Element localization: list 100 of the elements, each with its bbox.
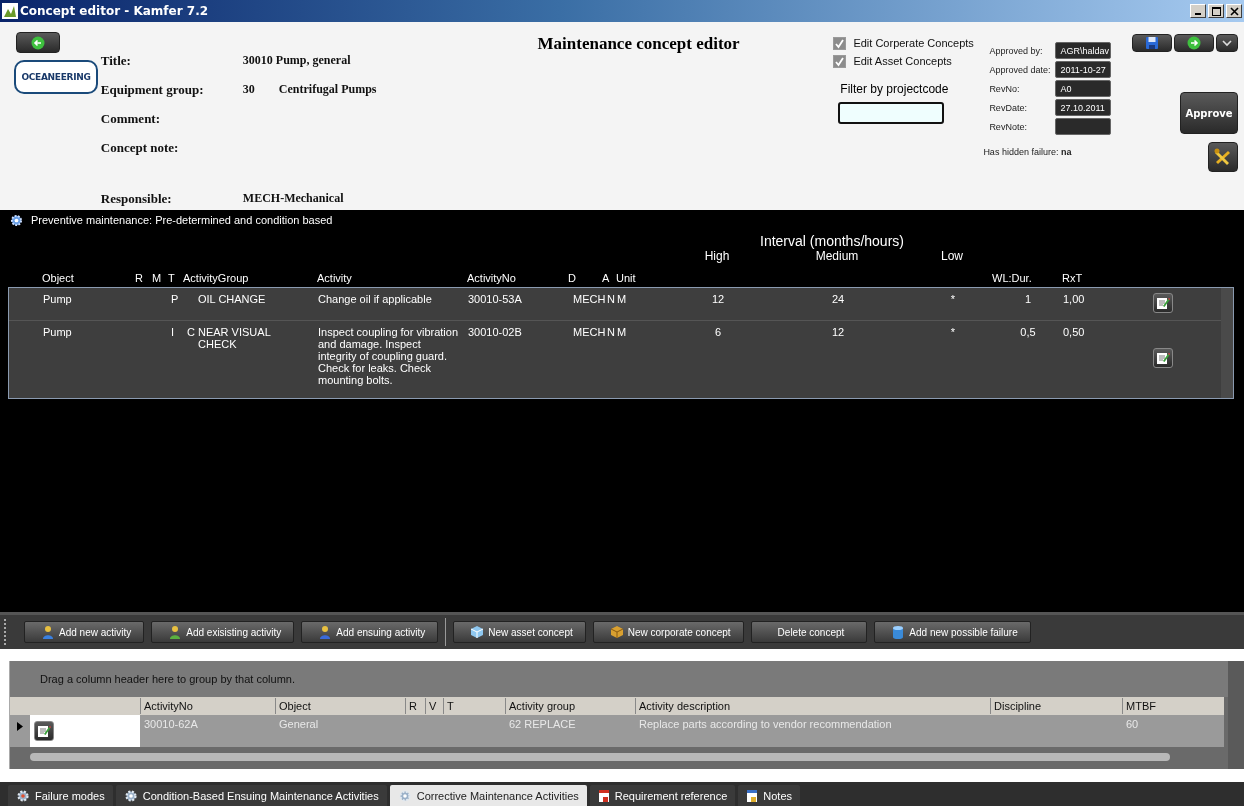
toolbar-button[interactable]: New asset concept [453, 621, 586, 643]
field-label: Responsible: [100, 191, 173, 207]
column-header[interactable]: Activity description [635, 698, 990, 714]
column-header: M [152, 272, 162, 284]
table-cell-text: 1 [1023, 293, 1033, 307]
column-header: Object [42, 272, 74, 284]
toolbar-button[interactable]: Add new activity [24, 621, 145, 643]
table-cell-text: OIL CHANGE [198, 293, 267, 307]
table-cell-text: I [171, 326, 176, 340]
field-label: Title: [100, 53, 132, 69]
checkbox[interactable] [833, 36, 847, 50]
table-cell: General [279, 718, 319, 730]
approval-field[interactable]: AGR\haldav [1055, 42, 1112, 59]
checkbox[interactable] [833, 54, 847, 68]
hidden-failure-text: Has hidden failure: na [983, 147, 1073, 157]
tab[interactable]: Corrective Maintenance Activities [389, 785, 587, 806]
leaf-icon [2, 3, 18, 19]
maximize-icon [1211, 6, 1221, 16]
column-header: A [602, 272, 610, 284]
column-header[interactable]: Activity group [505, 698, 635, 714]
table-cell-text: * [949, 326, 957, 340]
logo: OCEANEERING [14, 60, 98, 94]
approval-field[interactable]: A0 [1055, 80, 1112, 97]
forward-button[interactable] [1174, 34, 1214, 52]
column-header[interactable]: MTBF [1122, 698, 1212, 714]
approval-label: RevNo: [989, 83, 1021, 94]
gear-icon [10, 213, 23, 227]
table-cell-text: 6 [713, 326, 723, 340]
edit-button[interactable] [1153, 348, 1173, 368]
approval-field[interactable]: 27.10.2011 [1055, 99, 1112, 116]
tools-button[interactable] [1208, 142, 1238, 172]
table-cell-text: 30010-02B [468, 326, 523, 340]
approval-field[interactable] [1055, 118, 1112, 135]
table-cell-text: C [187, 326, 196, 340]
forward-arrow-icon [1187, 36, 1201, 50]
approve-button[interactable]: Approve [1180, 92, 1238, 134]
table-cell-text: 12 [830, 326, 846, 340]
column-header[interactable]: ActivityNo [140, 698, 275, 714]
approval-field[interactable]: 2011-10-27 [1055, 61, 1112, 78]
field-value: MECH-Mechanical [242, 191, 344, 207]
column-header: High [703, 249, 731, 265]
gear-icon [16, 788, 30, 803]
toolbar-button[interactable]: Delete concept [750, 621, 868, 643]
edit-icon [1156, 351, 1170, 365]
tab[interactable]: Condition-Based Ensuing Maintenance Activities [115, 785, 387, 806]
tab[interactable]: Notes [738, 785, 800, 806]
table-cell-text: 0,5 [1019, 326, 1037, 340]
scrollbar[interactable] [1228, 661, 1244, 769]
column-header[interactable]: Discipline [990, 698, 1122, 714]
table-cell-text: Pump [43, 293, 73, 307]
field-label: Equipment group: [100, 82, 205, 98]
edit-icon [1156, 296, 1170, 310]
minimize-button[interactable] [1190, 4, 1206, 18]
edit-button[interactable] [1153, 293, 1173, 313]
column-header[interactable]: Object [275, 698, 405, 714]
field-value: Centrifugal Pumps [278, 82, 377, 98]
table-cell-text: Inspect coupling for vibration and damage. Inspect integrity of coupling guard. Check for leaks. Check mounting bolts. [318, 326, 460, 386]
person-icon [41, 625, 55, 639]
table-cell-text: N [607, 293, 616, 307]
scrollbar[interactable] [1221, 288, 1233, 398]
column-header: ActivityNo [467, 272, 516, 284]
close-button[interactable] [1226, 4, 1242, 18]
table-cell: 60 [1126, 718, 1139, 730]
table-cell-text: 24 [830, 293, 846, 307]
document-icon [746, 788, 759, 803]
window-title: Concept editor - Kamfer 7.2 [20, 4, 209, 18]
back-button[interactable] [16, 32, 60, 53]
row-indicator-icon [17, 722, 23, 731]
section-title: Preventive maintenance: Pre-determined and condition based [31, 214, 333, 226]
toolbar-button[interactable]: New corporate concept [592, 621, 744, 643]
column-header: D [568, 272, 576, 284]
tab[interactable]: Failure modes [8, 785, 113, 806]
filter-label: Filter by projectcode [839, 82, 950, 96]
column-header[interactable]: T [443, 698, 505, 714]
field-label: Comment: [100, 111, 162, 127]
column-header: R [135, 272, 143, 284]
table-cell-text: Pump [43, 326, 73, 340]
column-header: Medium [814, 249, 860, 265]
column-header: ActivityGroup [183, 272, 249, 284]
checkbox-label: Edit Corperate Concepts [853, 37, 974, 49]
filter-field[interactable] [838, 102, 945, 124]
field-value: 30 [242, 82, 255, 98]
table-cell-text: N [607, 326, 616, 340]
toolbar-button[interactable]: Add new possible failure [874, 621, 1031, 643]
column-header: Activity [317, 272, 352, 284]
toolbar-button[interactable]: Add exisisting activity [151, 621, 295, 643]
table-cell-text: 12 [710, 293, 726, 307]
tab[interactable]: Requirement reference [589, 785, 736, 806]
column-header[interactable]: R [405, 698, 425, 714]
maximize-button[interactable] [1208, 4, 1224, 18]
save-button[interactable] [1132, 34, 1172, 52]
edit-button[interactable] [34, 721, 54, 741]
cube-icon [470, 625, 485, 639]
table-cell-text: 1,00 [1063, 293, 1086, 307]
column-header: Unit [616, 272, 636, 284]
column-header[interactable]: V [425, 698, 443, 714]
table-cell-text: NEAR VISUAL CHECK [198, 326, 272, 352]
toolbar-button[interactable]: Add ensuing activity [301, 621, 439, 643]
dropdown-button[interactable] [1216, 34, 1238, 52]
field-value: 30010 Pump, general [242, 53, 351, 69]
